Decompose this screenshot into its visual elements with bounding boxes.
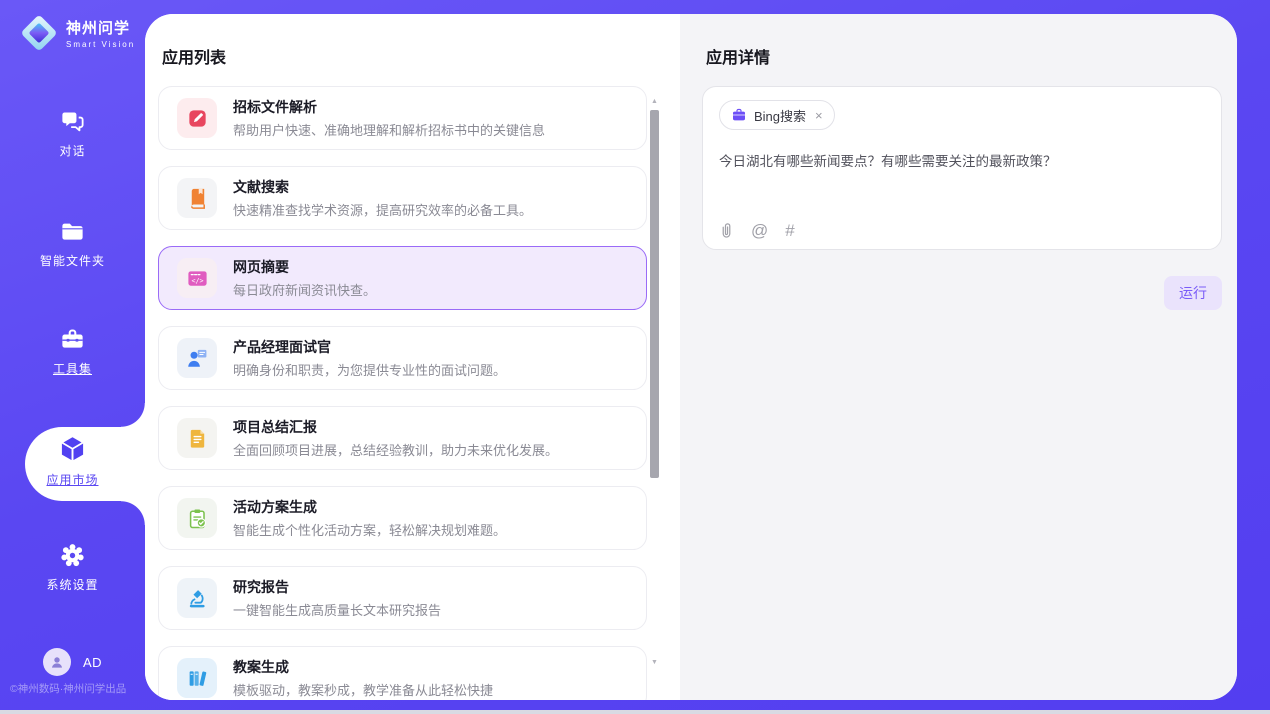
paperclip-icon[interactable] xyxy=(719,222,734,239)
tool-chip-label: Bing搜索 xyxy=(754,106,806,125)
prompt-toolbar: @ # xyxy=(719,222,795,239)
app-card-project-summary[interactable]: 项目总结汇报 全面回顾项目进展，总结经验教训，助力未来优化发展。 xyxy=(158,406,647,470)
scroll-down-icon[interactable]: ▼ xyxy=(649,659,660,666)
app-list-title: 应用列表 xyxy=(162,44,680,68)
gear-icon xyxy=(59,542,86,569)
user-name: AD xyxy=(83,655,102,670)
run-button[interactable]: 运行 xyxy=(1164,276,1222,310)
browser-code-icon: </> xyxy=(177,258,217,298)
user-account[interactable]: AD xyxy=(0,648,145,676)
app-card-description: 快速精准查找学术资源，提高研究效率的必备工具。 xyxy=(233,200,532,219)
app-card-lesson-plan[interactable]: 教案生成 模板驱动，教案秒成，教学准备从此轻松快捷 xyxy=(158,646,647,700)
app-card-title: 网页摘要 xyxy=(233,257,376,277)
book-icon xyxy=(177,178,217,218)
chat-icon xyxy=(59,108,86,135)
app-card-list: 招标文件解析 帮助用户快速、准确地理解和解析招标书中的关键信息 文献搜索 快速精… xyxy=(158,86,647,700)
app-card-description: 每日政府新闻资讯快查。 xyxy=(233,280,376,299)
sidebar-item-label: 对话 xyxy=(59,142,85,159)
app-card-description: 明确身份和职责，为您提供专业性的面试问题。 xyxy=(233,360,506,379)
avatar xyxy=(43,648,71,676)
hash-icon[interactable]: # xyxy=(785,222,794,239)
app-detail-title: 应用详情 xyxy=(706,44,1237,68)
clipboard-check-icon xyxy=(177,498,217,538)
app-card-description: 全面回顾项目进展，总结经验教训，助力未来优化发展。 xyxy=(233,440,558,459)
app-card-title: 活动方案生成 xyxy=(233,497,506,517)
app-card-description: 一键智能生成高质量长文本研究报告 xyxy=(233,600,441,619)
sidebar-item-toolset[interactable]: 工具集 xyxy=(0,326,145,377)
app-card-title: 项目总结汇报 xyxy=(233,417,558,437)
prompt-input-card: Bing搜索 × 今日湖北有哪些新闻要点？有哪些需要关注的最新政策？ @ # xyxy=(702,86,1222,250)
svg-text:</>: </> xyxy=(191,276,203,284)
tool-chip-bing-search[interactable]: Bing搜索 × xyxy=(719,100,835,130)
app-card-description: 智能生成个性化活动方案，轻松解决规划难题。 xyxy=(233,520,506,539)
briefcase-icon xyxy=(731,107,747,123)
app-card-title: 文献搜索 xyxy=(233,177,532,197)
sidebar-item-label: 系统设置 xyxy=(46,576,98,593)
sidebar-item-app-market[interactable]: 应用市场 xyxy=(0,433,145,488)
prompt-input[interactable]: 今日湖北有哪些新闻要点？有哪些需要关注的最新政策？ xyxy=(719,152,1205,198)
window-bottom-edge xyxy=(0,710,1270,714)
interviewer-icon xyxy=(177,338,217,378)
sidebar-item-label: 工具集 xyxy=(53,360,92,377)
app-card-title: 教案生成 xyxy=(233,657,493,677)
app-card-bid-parsing[interactable]: 招标文件解析 帮助用户快速、准确地理解和解析招标书中的关键信息 xyxy=(158,86,647,150)
user-avatar-icon xyxy=(48,653,66,671)
microscope-icon xyxy=(177,578,217,618)
sidebar-item-label: 智能文件夹 xyxy=(40,252,105,269)
app-card-pm-interviewer[interactable]: 产品经理面试官 明确身份和职责，为您提供专业性的面试问题。 xyxy=(158,326,647,390)
sidebar: 神州问学 Smart Vision 对话 智能文件夹 工具集 xyxy=(0,0,145,714)
app-list-panel: 应用列表 招标文件解析 帮助用户快速、准确地理解和解析招标书中的关键信息 xyxy=(145,14,680,700)
close-icon[interactable]: × xyxy=(815,109,823,122)
sidebar-item-settings[interactable]: 系统设置 xyxy=(0,542,145,593)
main-content: 应用列表 招标文件解析 帮助用户快速、准确地理解和解析招标书中的关键信息 xyxy=(145,14,1237,700)
brand-logo: 神州问学 Smart Vision xyxy=(18,12,135,54)
cube-icon xyxy=(57,433,88,464)
toolbox-icon xyxy=(59,326,86,353)
app-card-description: 模板驱动，教案秒成，教学准备从此轻松快捷 xyxy=(233,680,493,699)
brand-name: 神州问学 xyxy=(66,17,135,38)
scroll-up-icon[interactable]: ▲ xyxy=(649,98,660,105)
scrollbar-thumb[interactable] xyxy=(650,110,659,478)
app-card-research-report[interactable]: 研究报告 一键智能生成高质量长文本研究报告 xyxy=(158,566,647,630)
app-detail-panel: 应用详情 Bing搜索 × 今日湖北有哪些新闻要点？有哪些需要关注的最新政策？ … xyxy=(680,14,1237,700)
edit-icon xyxy=(177,98,217,138)
sidebar-item-chat[interactable]: 对话 xyxy=(0,108,145,159)
sidebar-item-label: 应用市场 xyxy=(46,471,98,488)
app-card-literature-search[interactable]: 文献搜索 快速精准查找学术资源，提高研究效率的必备工具。 xyxy=(158,166,647,230)
app-card-title: 招标文件解析 xyxy=(233,97,545,117)
app-card-description: 帮助用户快速、准确地理解和解析招标书中的关键信息 xyxy=(233,120,545,139)
app-list-scrollbar[interactable]: ▲ ▼ xyxy=(649,82,660,680)
mention-icon[interactable]: @ xyxy=(751,222,768,239)
app-card-event-plan[interactable]: 活动方案生成 智能生成个性化活动方案，轻松解决规划难题。 xyxy=(158,486,647,550)
brand-subtitle: Smart Vision xyxy=(66,40,135,49)
app-card-title: 产品经理面试官 xyxy=(233,337,506,357)
app-card-title: 研究报告 xyxy=(233,577,441,597)
diamond-logo-icon xyxy=(18,12,60,54)
folder-icon xyxy=(59,218,86,245)
run-row: 运行 xyxy=(702,276,1222,310)
copyright-text: ©神州数码·神州问学出品 xyxy=(10,681,145,696)
report-doc-icon xyxy=(177,418,217,458)
books-icon xyxy=(177,658,217,698)
sidebar-item-smart-folders[interactable]: 智能文件夹 xyxy=(0,218,145,269)
app-card-web-summary[interactable]: </> 网页摘要 每日政府新闻资讯快查。 xyxy=(158,246,647,310)
